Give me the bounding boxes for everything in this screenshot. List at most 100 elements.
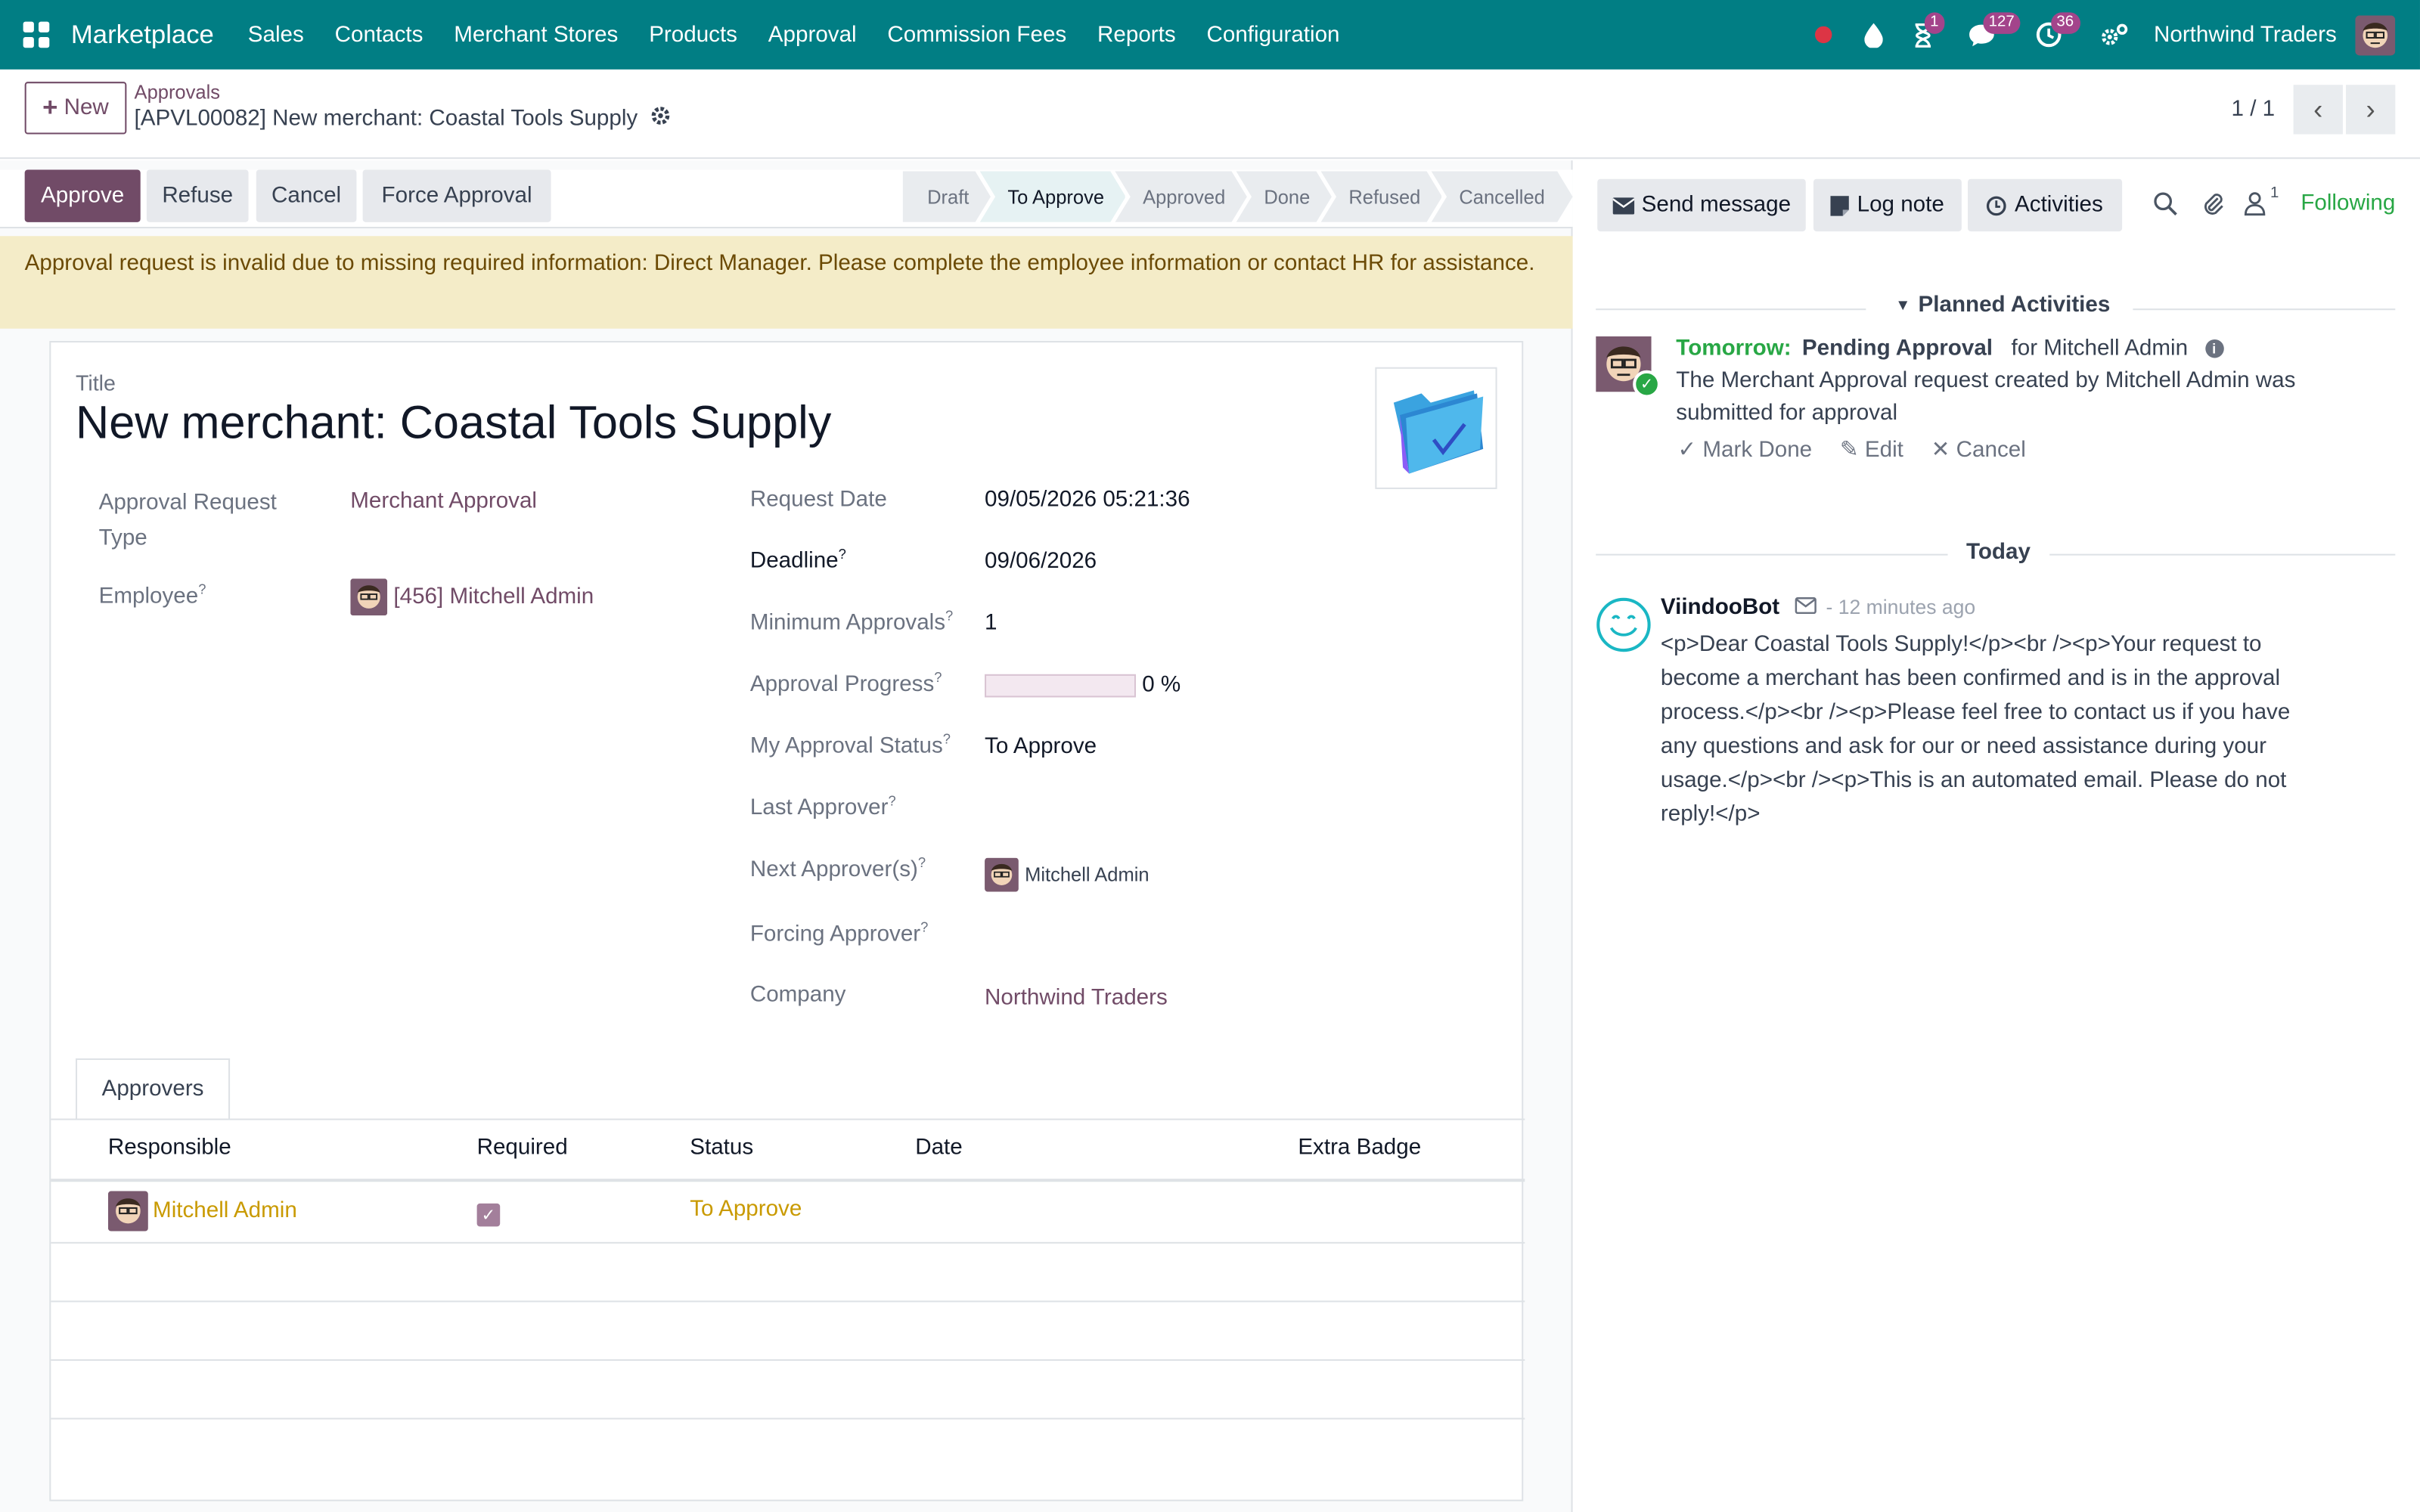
check-icon: ✓ <box>1633 370 1661 398</box>
tab-approvers[interactable]: Approvers <box>75 1058 231 1120</box>
cancel-activity-button[interactable]: ✕ Cancel <box>1931 438 2026 463</box>
next-approvers-label-text: Next Approver(s) <box>749 857 918 882</box>
stage-approved[interactable]: Approved <box>1115 172 1247 222</box>
pager-value[interactable]: 1 / 1 <box>2232 98 2276 122</box>
clock-icon <box>1987 195 2007 215</box>
plus-icon: + <box>42 92 58 122</box>
col-date[interactable]: Date <box>915 1136 963 1160</box>
followers-count: 1 <box>2270 184 2279 203</box>
responsible-name: Mitchell Admin <box>153 1198 297 1224</box>
followers-button[interactable]: 1 <box>2244 185 2279 216</box>
title-field[interactable]: New merchant: Coastal Tools Supply <box>76 398 831 451</box>
approve-button[interactable]: Approve <box>24 169 141 222</box>
next-approver-tag[interactable]: Mitchell Admin <box>985 857 1150 892</box>
paperclip-icon[interactable] <box>2201 191 2226 222</box>
send-message-button[interactable]: Send message <box>1597 178 1806 232</box>
refuse-button[interactable]: Refuse <box>146 169 249 222</box>
activity-description: The Merchant Approval request created by… <box>1676 368 2296 426</box>
help-icon[interactable]: ? <box>888 793 895 808</box>
menu-sales[interactable]: Sales <box>232 23 319 48</box>
message-body: <p>Dear Coastal Tools Supply!</p><br /><… <box>1660 632 2291 827</box>
messages-icon[interactable]: 127 <box>1956 0 2021 70</box>
record-title: [APVL00082] New merchant: Coastal Tools … <box>134 106 638 132</box>
employee-label: Employee? <box>99 581 206 609</box>
col-responsible[interactable]: Responsible <box>108 1136 231 1160</box>
new-button[interactable]: + New <box>24 82 127 135</box>
divider <box>1596 308 1866 311</box>
record-icon[interactable] <box>1799 0 1848 70</box>
help-icon[interactable]: ? <box>920 919 928 934</box>
employee-name[interactable]: [456] Mitchell Admin <box>393 584 594 609</box>
col-status[interactable]: Status <box>690 1136 753 1160</box>
title-label: Title <box>75 370 116 395</box>
progress-label: Approval Progress? <box>750 670 942 697</box>
last-approver-label-text: Last Approver <box>749 795 889 821</box>
company-switcher[interactable]: Northwind Traders <box>2154 23 2337 48</box>
company-field[interactable]: Northwind Traders <box>985 986 1168 1011</box>
activity-type: Pending Approval <box>1801 336 1993 361</box>
stage-draft[interactable]: Draft <box>902 172 991 222</box>
employee-field[interactable]: [456] Mitchell Admin <box>350 578 594 616</box>
planned-activities-toggle[interactable]: ▼ Planned Activities <box>1895 293 2110 318</box>
cancel-button[interactable]: Cancel <box>256 169 357 222</box>
cancel-activity-label: Cancel <box>1956 438 2026 463</box>
apps-menu-icon[interactable] <box>0 0 71 70</box>
stage-refused[interactable]: Refused <box>1321 172 1442 222</box>
mark-done-button[interactable]: ✓ Mark Done <box>1677 438 1812 463</box>
help-icon[interactable]: ? <box>198 581 206 596</box>
deadline-field[interactable]: 09/06/2026 <box>985 550 1097 575</box>
stage-to-approve[interactable]: To Approve <box>980 172 1126 222</box>
settings-icon[interactable] <box>2089 0 2138 70</box>
table-row[interactable]: Mitchell Admin ✓ To Approve <box>51 1182 1525 1244</box>
help-icon[interactable]: ? <box>934 670 942 685</box>
next-approvers-label: Next Approver(s)? <box>750 855 926 882</box>
activities-button[interactable]: Activities <box>1968 178 2123 232</box>
user-icon <box>2244 192 2266 216</box>
bot-avatar <box>1596 597 1651 652</box>
menu-commission-fees[interactable]: Commission Fees <box>872 23 1082 48</box>
form-area: Approve Refuse Cancel Force Approval Dra… <box>0 160 1573 1512</box>
form-sheet: Title New merchant: Coastal Tools Supply… <box>49 341 1525 1501</box>
user-avatar[interactable] <box>2355 14 2396 55</box>
search-icon[interactable] <box>2153 191 2178 222</box>
menu-approval[interactable]: Approval <box>752 23 872 48</box>
col-extra-badge[interactable]: Extra Badge <box>1298 1136 1421 1160</box>
menu-contacts[interactable]: Contacts <box>319 23 439 48</box>
pager-prev-button[interactable]: ‹ <box>2293 85 2343 135</box>
edit-button[interactable]: ✎ Edit <box>1840 438 1903 463</box>
hourglass-icon[interactable]: 1 <box>1897 0 1947 70</box>
pager-next-button[interactable]: › <box>2346 85 2396 135</box>
stage-cancelled[interactable]: Cancelled <box>1432 172 1573 222</box>
stage-done[interactable]: Done <box>1236 172 1332 222</box>
gear-icon[interactable] <box>650 105 672 133</box>
message-time: - 12 minutes ago <box>1826 595 1976 619</box>
following-button[interactable]: Following <box>2301 191 2395 216</box>
breadcrumb-parent[interactable]: Approvals <box>135 82 220 104</box>
log-note-button[interactable]: Log note <box>1813 178 1962 232</box>
stage-pipeline: Draft To Approve Approved Done Refused C… <box>902 172 1572 222</box>
menu-products[interactable]: Products <box>634 23 753 48</box>
drop-icon[interactable] <box>1848 0 1897 70</box>
menu-configuration[interactable]: Configuration <box>1191 23 1355 48</box>
menu-merchant-stores[interactable]: Merchant Stores <box>439 23 634 48</box>
clock-icon[interactable]: 36 <box>2024 0 2080 70</box>
app-brand[interactable]: Marketplace <box>71 20 214 51</box>
help-icon[interactable]: ? <box>918 855 926 870</box>
message-author[interactable]: ViindooBot <box>1661 596 1779 621</box>
folder-icon <box>1375 367 1497 489</box>
approval-type-field[interactable]: Merchant Approval <box>350 489 537 514</box>
info-icon[interactable]: i <box>2204 339 2223 358</box>
required-checkbox[interactable]: ✓ <box>476 1203 501 1227</box>
help-icon[interactable]: ? <box>945 608 953 623</box>
col-required[interactable]: Required <box>477 1136 568 1160</box>
status-cell: To Approve <box>690 1197 802 1222</box>
menu-reports[interactable]: Reports <box>1082 23 1191 48</box>
log-note-label: Log note <box>1857 193 1944 218</box>
request-date-field[interactable]: 09/05/2026 05:21:36 <box>985 488 1190 513</box>
help-icon[interactable]: ? <box>943 731 951 746</box>
employee-label-text: Employee <box>98 584 199 609</box>
force-approval-button[interactable]: Force Approval <box>362 169 551 222</box>
divider <box>2133 308 2396 311</box>
next-approver-avatar <box>985 857 1019 892</box>
help-icon[interactable]: ? <box>839 546 846 561</box>
